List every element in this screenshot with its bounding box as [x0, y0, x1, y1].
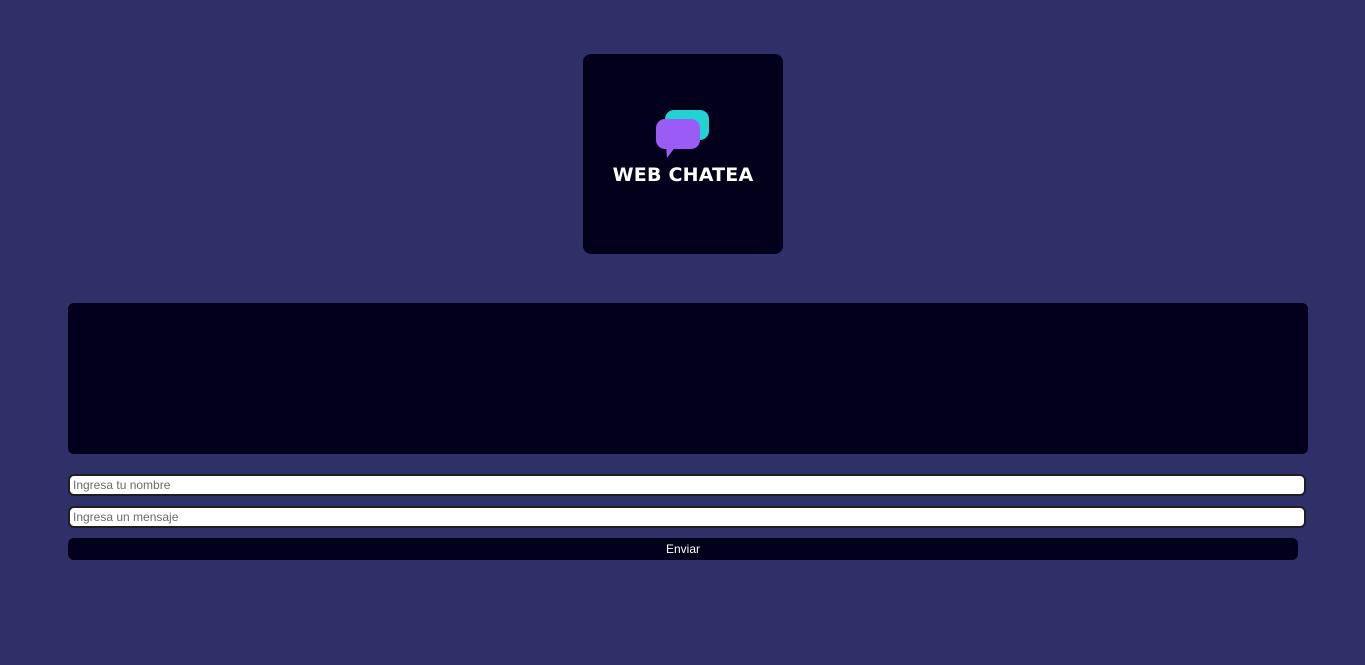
logo-card: WEB CHATEA	[583, 54, 783, 254]
chat-bubbles-icon	[656, 110, 709, 158]
chat-page: WEB CHATEA Enviar	[0, 0, 1365, 665]
chat-messages-panel	[68, 303, 1308, 454]
send-button[interactable]: Enviar	[68, 538, 1298, 560]
name-input[interactable]	[68, 474, 1306, 496]
message-input[interactable]	[68, 506, 1306, 528]
logo-text: WEB CHATEA	[612, 164, 754, 186]
